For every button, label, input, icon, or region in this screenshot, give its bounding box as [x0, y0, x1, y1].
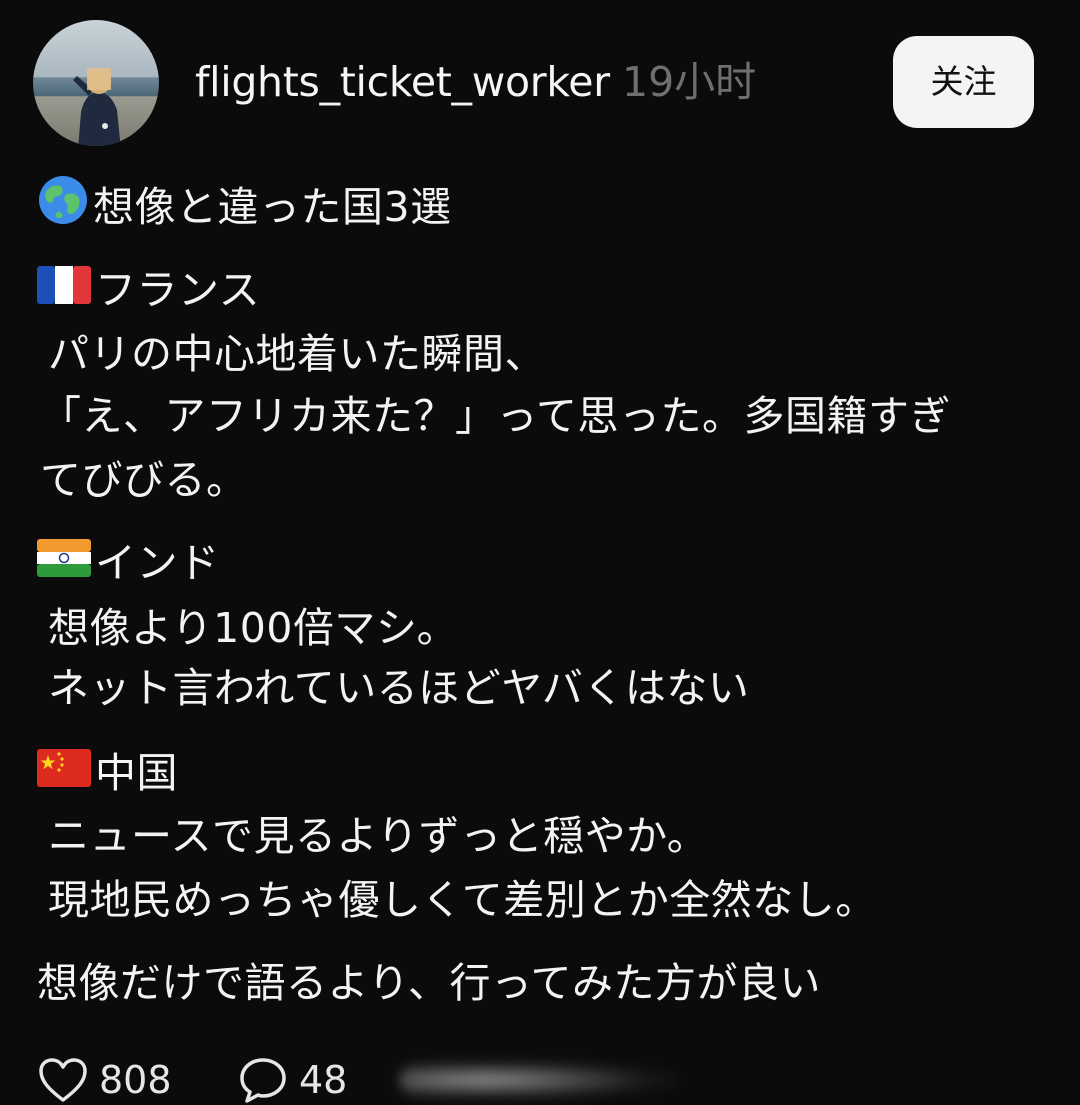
section-china-heading: 中国 [37, 745, 178, 804]
like-count: 808 [99, 1058, 172, 1102]
section-india-country: インド [95, 539, 220, 587]
section-china-country: 中国 [95, 749, 178, 797]
comment-count: 48 [299, 1058, 348, 1102]
like-button[interactable]: 808 [37, 1055, 172, 1105]
follow-button[interactable]: 关注 [893, 36, 1034, 128]
globe-icon [37, 174, 89, 240]
comment-button[interactable]: 48 [237, 1055, 347, 1105]
comment-icon [240, 1058, 286, 1103]
post-time: 19小时 [622, 58, 757, 106]
post-title-text: 想像と違った国3選 [93, 183, 452, 231]
heart-icon [39, 1058, 87, 1102]
section-india-line-1: 想像より100倍マシ。 [48, 604, 459, 652]
avatar-photo [73, 68, 121, 146]
avatar[interactable] [33, 20, 159, 146]
section-india-line-2: ネット言われているほどヤバくはない [48, 664, 750, 712]
section-china-line-1: ニュースで見るよりずっと穏やか。 [48, 812, 709, 860]
section-china-line-2: 現地民めっちゃ優しくて差別とか全然なし。 [48, 876, 877, 924]
france-flag-icon [37, 262, 91, 318]
section-france-line-3: てびびる。 [40, 456, 248, 504]
post-title: 想像と違った国3選 [37, 174, 452, 243]
section-france-line-1: パリの中心地着いた瞬間、 [48, 330, 546, 378]
post-conclusion: 想像だけで語るより、行ってみた方が良い [37, 959, 821, 1007]
china-flag-icon [37, 745, 91, 801]
section-france-line-2: 「え、アフリカ来た？」って思った。多国籍すぎ [40, 392, 951, 440]
india-flag-icon [37, 535, 91, 591]
username[interactable]: flights_ticket_worker [195, 56, 610, 108]
section-france-heading: フランス [37, 262, 260, 321]
section-france-country: フランス [95, 266, 261, 314]
blurred-actions [400, 1060, 680, 1100]
section-india-heading: インド [37, 535, 220, 594]
